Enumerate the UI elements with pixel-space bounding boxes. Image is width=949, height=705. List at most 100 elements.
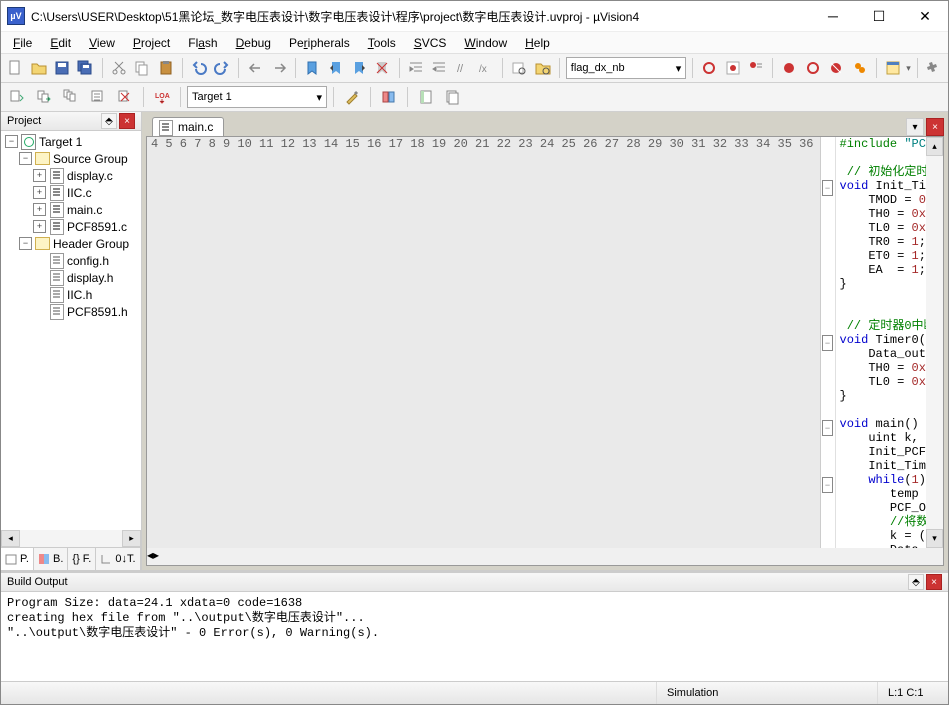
tree-file[interactable]: config.h	[1, 252, 141, 269]
next-bookmark-button[interactable]	[269, 56, 289, 80]
toolbar-main: // /x flag_dx_nb▾ ▾	[1, 54, 948, 83]
new-file-button[interactable]	[5, 56, 25, 80]
save-all-button[interactable]	[75, 56, 95, 80]
save-button[interactable]	[52, 56, 72, 80]
build-output-text[interactable]: Program Size: data=24.1 xdata=0 code=163…	[1, 592, 948, 681]
indent-button[interactable]	[406, 56, 426, 80]
menu-item[interactable]: Flash	[180, 34, 225, 52]
editor-tabstrip: main.c ▾ ×	[142, 112, 948, 136]
rebuild-button[interactable]	[59, 85, 83, 109]
disable-bp-button[interactable]	[803, 56, 823, 80]
titlebar: µV C:\Users\USER\Desktop\51黑论坛_数字电压表设计\数…	[1, 1, 948, 32]
tree-file[interactable]: PCF8591.h	[1, 303, 141, 320]
build-pin-button[interactable]: ⬘	[908, 574, 924, 590]
find-combo[interactable]: flag_dx_nb▾	[566, 57, 687, 79]
bookmark-button[interactable]	[302, 56, 322, 80]
uncomment-button[interactable]: /x	[476, 56, 496, 80]
window-button[interactable]	[883, 56, 903, 80]
find-button[interactable]	[509, 56, 529, 80]
status-mode: Simulation	[656, 682, 877, 704]
clear-bookmarks-button[interactable]	[372, 56, 392, 80]
debug-button[interactable]	[699, 56, 719, 80]
menu-item[interactable]: Debug	[228, 34, 279, 52]
unindent-button[interactable]	[429, 56, 449, 80]
find-in-files-button[interactable]	[533, 56, 553, 80]
menu-item[interactable]: Peripherals	[281, 34, 358, 52]
project-tree[interactable]: −Target 1−Source Group+display.c+IIC.c+m…	[1, 131, 141, 530]
project-hscroll[interactable]: ◂▸	[1, 530, 141, 547]
project-tabs: P.B.{} F.0↓T.	[1, 547, 141, 570]
open-file-button[interactable]	[28, 56, 48, 80]
download-button[interactable]: LOAD	[150, 85, 174, 109]
bookmark-next-button[interactable]	[349, 56, 369, 80]
tree-file[interactable]: +main.c	[1, 201, 141, 218]
breakpoint-list-button[interactable]	[746, 56, 766, 80]
build-output-title: Build Output ⬘ ×	[1, 573, 948, 592]
stop-build-button[interactable]	[113, 85, 137, 109]
tree-file[interactable]: +display.c	[1, 167, 141, 184]
enable-bp-button[interactable]	[779, 56, 799, 80]
menu-item[interactable]: Project	[125, 34, 178, 52]
build-button[interactable]	[32, 85, 56, 109]
menu-item[interactable]: File	[5, 34, 40, 52]
code-editor[interactable]: #include "PCF8591.h" // 初始化定时器零void Init…	[836, 137, 926, 548]
build-close-button[interactable]: ×	[926, 574, 942, 590]
options-button[interactable]	[340, 85, 364, 109]
editor-hscroll[interactable]: ◂▸	[147, 548, 943, 565]
menu-item[interactable]: Tools	[360, 34, 404, 52]
editor-frame: 4 5 6 7 8 9 10 11 12 13 14 15 16 17 18 1…	[146, 136, 944, 566]
menu-item[interactable]: Edit	[42, 34, 79, 52]
editor-tab-main[interactable]: main.c	[152, 117, 224, 136]
close-button[interactable]: ✕	[902, 1, 948, 31]
breakpoint-button[interactable]	[723, 56, 743, 80]
batch-build-button[interactable]	[86, 85, 110, 109]
project-tab[interactable]: 0↓T.	[96, 548, 140, 570]
bookmark-prev-button[interactable]	[325, 56, 345, 80]
project-panel: Project ⬘ × −Target 1−Source Group+displ…	[1, 112, 142, 570]
menu-item[interactable]: View	[81, 34, 123, 52]
translate-button[interactable]	[5, 85, 29, 109]
window-title: C:\Users\USER\Desktop\51黑论坛_数字电压表设计\数字电压…	[31, 8, 810, 25]
tab-close-button[interactable]: ×	[926, 118, 944, 136]
books2-button[interactable]	[441, 85, 465, 109]
books-button[interactable]	[414, 85, 438, 109]
tree-file[interactable]: +PCF8591.c	[1, 218, 141, 235]
panel-close-button[interactable]: ×	[119, 113, 135, 129]
minimize-button[interactable]: ─	[810, 1, 856, 31]
project-tab[interactable]: {} F.	[68, 548, 96, 570]
project-title: Project ⬘ ×	[1, 112, 141, 131]
project-tab[interactable]: P.	[1, 548, 34, 570]
menu-item[interactable]: SVCS	[406, 34, 455, 52]
project-tab[interactable]: B.	[34, 548, 68, 570]
comment-button[interactable]: //	[452, 56, 472, 80]
menu-item[interactable]: Help	[517, 34, 558, 52]
target-select[interactable]: Target 1▾	[187, 86, 327, 108]
copy-button[interactable]	[132, 56, 152, 80]
kill-bp-button[interactable]	[826, 56, 846, 80]
fold-gutter[interactable]: −−−−	[821, 137, 836, 548]
toolbar-build: LOAD Target 1▾	[1, 83, 948, 112]
tree-file[interactable]: +IIC.c	[1, 184, 141, 201]
kill-all-bp-button[interactable]	[850, 56, 870, 80]
tab-dropdown-button[interactable]: ▾	[906, 118, 924, 136]
configure-button[interactable]	[924, 56, 944, 80]
svg-text:LOAD: LOAD	[155, 93, 170, 100]
tree-file[interactable]: display.h	[1, 269, 141, 286]
tree-target[interactable]: −Target 1	[1, 133, 141, 150]
tree-file[interactable]: IIC.h	[1, 286, 141, 303]
editor-vscroll[interactable]: ▴▾	[926, 137, 943, 548]
tree-group-header[interactable]: −Header Group	[1, 235, 141, 252]
manage-button[interactable]	[377, 85, 401, 109]
svg-text:/x: /x	[479, 64, 487, 75]
panel-pin-button[interactable]: ⬘	[101, 113, 117, 129]
tree-group-source[interactable]: −Source Group	[1, 150, 141, 167]
paste-button[interactable]	[155, 56, 175, 80]
statusbar: Simulation L:1 C:1	[1, 681, 948, 704]
redo-button[interactable]	[212, 56, 232, 80]
build-output-panel: Build Output ⬘ × Program Size: data=24.1…	[1, 570, 948, 681]
cut-button[interactable]	[109, 56, 129, 80]
menu-item[interactable]: Window	[456, 34, 515, 52]
maximize-button[interactable]: ☐	[856, 1, 902, 31]
undo-button[interactable]	[189, 56, 209, 80]
prev-bookmark-button[interactable]	[245, 56, 265, 80]
